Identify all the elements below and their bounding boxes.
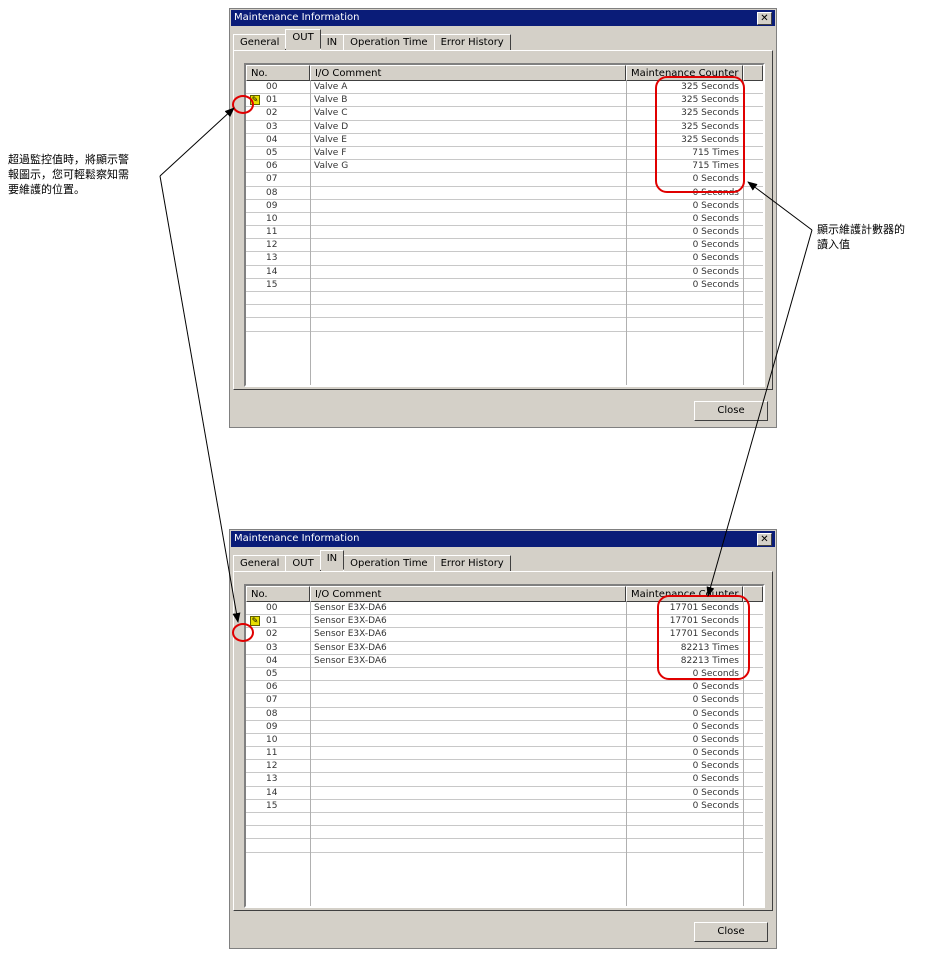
callout-arrows — [159, 107, 813, 623]
arrow-to-top-warning — [159, 107, 235, 177]
arrow-to-top-counters — [747, 181, 813, 231]
arrow-to-bottom-warning — [159, 175, 241, 623]
arrow-to-bottom-counters — [706, 229, 813, 597]
